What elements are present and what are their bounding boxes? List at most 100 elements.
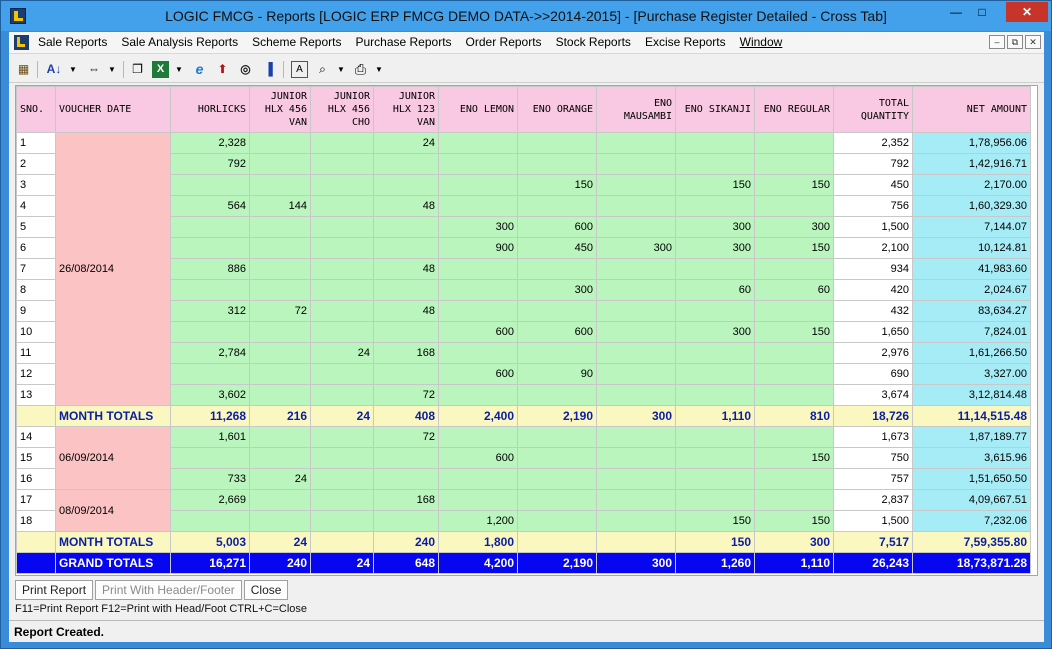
cell-junior-hlx-456-van[interactable] — [249, 363, 311, 385]
cell-net-amount[interactable]: 1,61,266.50 — [912, 342, 1031, 364]
minimize-button[interactable]: — — [943, 2, 969, 22]
cell-horlicks[interactable] — [170, 237, 250, 259]
cell-horlicks[interactable]: 2,328 — [170, 132, 250, 154]
upload-arrow-icon[interactable]: ⬆ — [214, 61, 231, 78]
cell-eno-sikanji[interactable]: 300 — [675, 237, 755, 259]
cell-net-amount[interactable]: 3,12,814.48 — [912, 384, 1031, 406]
cell-eno-sikanji[interactable]: 60 — [675, 279, 755, 301]
cell-horlicks[interactable]: 2,784 — [170, 342, 250, 364]
col-header-net-amount[interactable]: NET AMOUNT — [912, 86, 1031, 133]
cell-eno-orange[interactable] — [517, 426, 597, 448]
cell-total-quantity[interactable]: 2,976 — [833, 342, 913, 364]
report-grid[interactable]: SNO. VOUCHER DATE HORLICKS JUNIOR HLX 45… — [15, 85, 1038, 576]
cell-eno-regular[interactable] — [754, 489, 834, 511]
cell-total-quantity[interactable]: 756 — [833, 195, 913, 217]
cell-junior-hlx-456-van[interactable] — [249, 447, 311, 469]
cell-eno-orange[interactable]: 300 — [517, 279, 597, 301]
table-row[interactable]: 1 26/08/2014 2,328 24 2,352 1,78,956.06 — [16, 132, 1031, 406]
cell-eno-sikanji[interactable] — [675, 489, 755, 511]
cell-horlicks[interactable]: 3,602 — [170, 384, 250, 406]
cell-total-quantity[interactable]: 1,650 — [833, 321, 913, 343]
cell-total-quantity[interactable]: 2,100 — [833, 237, 913, 259]
cell-eno-sikanji[interactable]: 150 — [675, 510, 755, 532]
cell-total-quantity[interactable]: 757 — [833, 468, 913, 490]
cell-horlicks[interactable] — [170, 447, 250, 469]
cell-sno[interactable]: 7 — [16, 258, 56, 280]
font-icon[interactable]: A — [291, 61, 308, 78]
cell-sno[interactable]: 11 — [16, 342, 56, 364]
cell-total-quantity[interactable]: 3,674 — [833, 384, 913, 406]
cell-eno-lemon[interactable] — [438, 153, 518, 175]
cell-junior-hlx-123-van[interactable]: 168 — [373, 342, 439, 364]
cell-eno-mausambi[interactable] — [596, 489, 676, 511]
cell-junior-hlx-456-cho[interactable]: 24 — [310, 342, 374, 364]
cell-sno[interactable]: 4 — [16, 195, 56, 217]
print-preview-icon[interactable]: ⌕ — [314, 61, 331, 78]
cell-total-quantity[interactable]: 750 — [833, 447, 913, 469]
cell-eno-mausambi[interactable] — [596, 153, 676, 175]
cell-net-amount[interactable]: 1,51,650.50 — [912, 468, 1031, 490]
cell-eno-regular[interactable]: 150 — [754, 174, 834, 196]
cell-eno-orange[interactable] — [517, 258, 597, 280]
cell-junior-hlx-456-cho[interactable] — [310, 279, 374, 301]
cell-eno-sikanji[interactable] — [675, 258, 755, 280]
title-bar[interactable]: LOGIC FMCG - Reports [LOGIC ERP FMCG DEM… — [1, 1, 1051, 31]
cell-net-amount[interactable]: 7,824.01 — [912, 321, 1031, 343]
copy-icon[interactable]: ❐ — [129, 61, 146, 78]
cell-eno-lemon[interactable] — [438, 426, 518, 448]
cell-junior-hlx-456-cho[interactable] — [310, 468, 374, 490]
cell-eno-orange[interactable]: 450 — [517, 237, 597, 259]
cell-eno-mausambi[interactable] — [596, 216, 676, 238]
cell-total-quantity[interactable]: 690 — [833, 363, 913, 385]
cell-junior-hlx-456-cho[interactable] — [310, 489, 374, 511]
cell-eno-regular[interactable] — [754, 342, 834, 364]
cell-net-amount[interactable]: 1,60,329.30 — [912, 195, 1031, 217]
cell-horlicks[interactable] — [170, 363, 250, 385]
cell-eno-lemon[interactable]: 1,200 — [438, 510, 518, 532]
cell-eno-mausambi[interactable] — [596, 447, 676, 469]
cell-eno-lemon[interactable] — [438, 174, 518, 196]
menu-window[interactable]: Window — [740, 35, 783, 49]
cell-eno-regular[interactable] — [754, 363, 834, 385]
width-dropdown-icon[interactable]: ▼ — [108, 61, 116, 78]
maximize-button[interactable]: □ — [969, 2, 995, 22]
cell-eno-lemon[interactable] — [438, 489, 518, 511]
cell-junior-hlx-123-van[interactable] — [373, 363, 439, 385]
cell-junior-hlx-456-van[interactable] — [249, 321, 311, 343]
cell-eno-orange[interactable] — [517, 342, 597, 364]
month-totals-row[interactable]: MONTH TOTALS 11,268 216 24 408 2,400 2,190 300 1… — [16, 405, 1031, 427]
menu-sale-reports[interactable]: Sale Reports — [38, 35, 107, 49]
cell-junior-hlx-456-van[interactable] — [249, 384, 311, 406]
col-header-junior-hlx-456-van[interactable]: JUNIOR HLX 456 VAN — [249, 86, 311, 133]
cell-eno-regular[interactable]: 150 — [754, 510, 834, 532]
cell-sno[interactable]: 12 — [16, 363, 56, 385]
cell-total-quantity[interactable]: 2,837 — [833, 489, 913, 511]
cell-eno-orange[interactable]: 600 — [517, 216, 597, 238]
cell-eno-sikanji[interactable] — [675, 342, 755, 364]
cell-net-amount[interactable]: 4,09,667.51 — [912, 489, 1031, 511]
col-header-sno[interactable]: SNO. — [16, 86, 56, 133]
printer-icon[interactable]: ⎙ — [352, 61, 369, 78]
col-header-eno-sikanji[interactable]: ENO SIKANJI — [675, 86, 755, 133]
cell-net-amount[interactable]: 41,983.60 — [912, 258, 1031, 280]
cell-junior-hlx-456-van[interactable]: 24 — [249, 468, 311, 490]
cell-net-amount[interactable]: 1,42,916.71 — [912, 153, 1031, 175]
cell-total-quantity[interactable]: 792 — [833, 153, 913, 175]
cell-horlicks[interactable]: 1,601 — [170, 426, 250, 448]
cell-net-amount[interactable]: 1,87,189.77 — [912, 426, 1031, 448]
cell-eno-orange[interactable]: 600 — [517, 321, 597, 343]
cell-eno-sikanji[interactable]: 300 — [675, 321, 755, 343]
mdi-close-button[interactable]: ✕ — [1025, 35, 1041, 49]
cell-eno-regular[interactable]: 150 — [754, 321, 834, 343]
cell-eno-regular[interactable] — [754, 384, 834, 406]
cell-junior-hlx-456-van[interactable] — [249, 153, 311, 175]
cell-eno-lemon[interactable]: 600 — [438, 321, 518, 343]
internet-explorer-icon[interactable]: e — [191, 61, 208, 78]
cell-sno[interactable]: 1 — [16, 132, 56, 154]
cell-eno-sikanji[interactable]: 150 — [675, 174, 755, 196]
cell-junior-hlx-123-van[interactable] — [373, 174, 439, 196]
cell-net-amount[interactable]: 7,144.07 — [912, 216, 1031, 238]
cell-junior-hlx-123-van[interactable] — [373, 279, 439, 301]
cell-junior-hlx-456-van[interactable] — [249, 258, 311, 280]
mdi-restore-button[interactable]: ⧉ — [1007, 35, 1023, 49]
